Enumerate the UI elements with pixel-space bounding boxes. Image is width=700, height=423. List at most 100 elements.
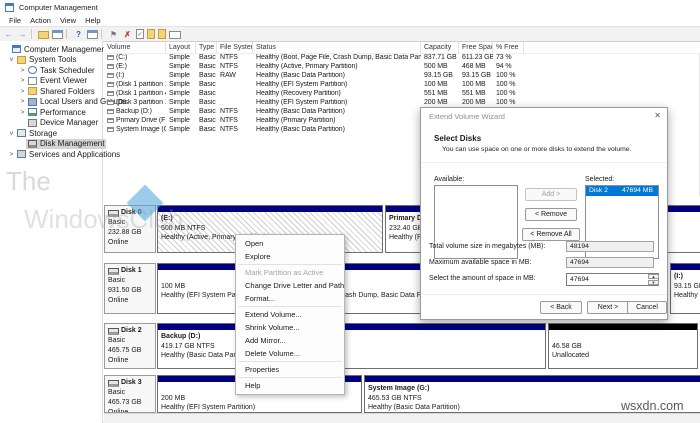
check-doc-icon[interactable]: ✓ bbox=[136, 29, 144, 39]
spin-down-icon[interactable]: ▼ bbox=[648, 280, 659, 285]
back-icon[interactable]: ← bbox=[3, 29, 14, 40]
properties-window-icon[interactable] bbox=[52, 30, 63, 39]
partition-system-image[interactable]: System Image (G:)465.53 GB NTFSHealthy (… bbox=[364, 375, 700, 413]
volume-row-disk1p4[interactable]: (Disk 1 partition 4)SimpleBasicHealthy (… bbox=[104, 89, 700, 98]
cell: 100 % bbox=[493, 99, 524, 106]
cell: 200 MB bbox=[421, 99, 459, 106]
remove-button[interactable]: < Remove bbox=[525, 208, 577, 221]
cancel-button[interactable]: Cancel bbox=[627, 301, 667, 314]
col-free-space[interactable]: Free Space bbox=[459, 42, 493, 53]
volume-row-c[interactable]: (C:)SimpleBasicNTFSHealthy (Boot, Page F… bbox=[104, 53, 700, 62]
expander[interactable]: v bbox=[8, 56, 15, 63]
cell: 100 % bbox=[493, 81, 524, 88]
max-space-label: Maximum available space in MB: bbox=[429, 259, 531, 266]
delete-volume-icon[interactable]: ✗ bbox=[122, 29, 133, 40]
clock-icon bbox=[28, 66, 37, 74]
wizard-description: You can use space on one or more disks t… bbox=[442, 146, 631, 153]
tree-item-services-and-applications[interactable]: >Services and Applications bbox=[8, 149, 122, 159]
col-capacity[interactable]: Capacity bbox=[421, 42, 459, 53]
disk2-info[interactable]: Disk 2 Basic 465.75 GB Online bbox=[104, 323, 156, 369]
menu-help[interactable]: Help bbox=[85, 16, 100, 25]
menu-item-extend-volume[interactable]: Extend Volume... bbox=[236, 308, 344, 321]
selected-label: Selected: bbox=[585, 176, 614, 183]
total-size-field: 48194 bbox=[566, 241, 654, 252]
screen-icon[interactable] bbox=[169, 31, 181, 39]
col-status[interactable]: Status bbox=[253, 42, 421, 53]
expander[interactable]: > bbox=[8, 151, 15, 158]
menu-item-format[interactable]: Format... bbox=[236, 292, 344, 305]
close-icon[interactable]: ✕ bbox=[654, 111, 661, 120]
cell: (Disk 3 partition 1) bbox=[116, 99, 166, 106]
toolbar-separator bbox=[101, 29, 102, 39]
show-tree-icon[interactable] bbox=[38, 31, 49, 39]
amount-spinbox[interactable]: 47694 bbox=[566, 273, 659, 286]
disk-icon bbox=[108, 380, 119, 387]
menu-item-add-mirror[interactable]: Add Mirror... bbox=[236, 334, 344, 347]
cell: 100 MB bbox=[421, 81, 459, 88]
tree-item-performance[interactable]: >Performance bbox=[19, 107, 88, 117]
find-doc-icon[interactable] bbox=[158, 29, 166, 39]
menu-item-change-drive-letter[interactable]: Change Drive Letter and Paths... bbox=[236, 279, 344, 292]
tree-item-task-scheduler[interactable]: >Task Scheduler bbox=[19, 65, 97, 75]
partition-unallocated[interactable]: 46.58 GBUnallocated bbox=[548, 323, 698, 369]
menu-item-shrink-volume[interactable]: Shrink Volume... bbox=[236, 321, 344, 334]
help-icon[interactable]: ? bbox=[73, 29, 84, 40]
col-volume[interactable]: Volume bbox=[104, 42, 166, 53]
cell: 551 MB bbox=[421, 90, 459, 97]
volume-row-disk1p1[interactable]: (Disk 1 partition 1)SimpleBasicHealthy (… bbox=[104, 80, 700, 89]
volume-row-e[interactable]: (E:)SimpleBasicNTFSHealthy (Active, Prim… bbox=[104, 62, 700, 71]
partition-i[interactable]: (I:)93.15 GBHealthy (Basic Data Partitio… bbox=[670, 263, 700, 314]
tree-item-storage[interactable]: vStorage bbox=[8, 128, 59, 138]
menu-item-delete-volume[interactable]: Delete Volume... bbox=[236, 347, 344, 360]
tree-item-shared-folders[interactable]: >Shared Folders bbox=[19, 86, 97, 96]
cell: 837.71 GB bbox=[421, 54, 459, 61]
volume-icon bbox=[107, 82, 114, 87]
expander[interactable]: v bbox=[8, 130, 15, 137]
expander[interactable]: > bbox=[19, 109, 26, 116]
menu-item-explore[interactable]: Explore bbox=[236, 250, 344, 263]
cell: Healthy (EFI System Partition) bbox=[253, 81, 421, 88]
menu-item-properties[interactable]: Properties bbox=[236, 363, 344, 376]
cell: NTFS bbox=[217, 126, 253, 133]
cell: 93.15 GB bbox=[459, 72, 493, 79]
back-button[interactable]: < Back bbox=[540, 301, 582, 314]
next-button[interactable]: Next > bbox=[587, 301, 629, 314]
disk1-info[interactable]: Disk 1 Basic 931.50 GB Online bbox=[104, 263, 156, 314]
tree-item-system-tools[interactable]: vSystem Tools bbox=[8, 55, 78, 65]
expander[interactable]: > bbox=[19, 98, 26, 105]
menu-item-open[interactable]: Open bbox=[236, 237, 344, 250]
menu-item-help[interactable]: Help bbox=[236, 379, 344, 392]
volume-row-disk3p1[interactable]: (Disk 3 partition 1)SimpleBasicHealthy (… bbox=[104, 98, 700, 107]
forward-icon[interactable]: → bbox=[17, 29, 28, 40]
col-file-system[interactable]: File System bbox=[217, 42, 253, 53]
wizard-heading: Select Disks bbox=[434, 134, 481, 143]
col-type[interactable]: Type bbox=[196, 42, 217, 53]
tree-item-device-manager[interactable]: Device Manager bbox=[19, 118, 100, 128]
shared-folder-icon bbox=[28, 87, 37, 95]
menu-view[interactable]: View bbox=[60, 16, 76, 25]
cell: (I:) bbox=[116, 72, 124, 79]
window-icon[interactable] bbox=[87, 30, 98, 39]
tree-item-event-viewer[interactable]: >Event Viewer bbox=[19, 76, 89, 86]
new-doc-icon[interactable] bbox=[147, 29, 155, 39]
menu-action[interactable]: Action bbox=[30, 16, 51, 25]
total-size-label: Total volume size in megabytes (MB): bbox=[429, 243, 545, 250]
spin-up-icon[interactable]: ▲ bbox=[648, 274, 659, 279]
flag-icon[interactable]: ⚑ bbox=[108, 29, 119, 40]
cell: NTFS bbox=[217, 63, 253, 70]
partition-backup[interactable]: Backup (D:)419.17 GB NTFSHealthy (Basic … bbox=[157, 323, 546, 369]
cell: RAW bbox=[217, 72, 253, 79]
remove-all-button[interactable]: < Remove All bbox=[522, 228, 580, 241]
expander[interactable]: > bbox=[19, 77, 26, 84]
menu-file[interactable]: File bbox=[9, 16, 21, 25]
cell: Backup (D:) bbox=[116, 108, 152, 115]
col-pct-free[interactable]: % Free bbox=[493, 42, 524, 53]
expander[interactable]: > bbox=[19, 88, 26, 95]
col-layout[interactable]: Layout bbox=[166, 42, 196, 53]
performance-icon bbox=[28, 108, 37, 116]
tree-item-disk-management[interactable]: Disk Management bbox=[19, 139, 106, 149]
volume-row-i[interactable]: (I:)SimpleBasicRAWHealthy (Basic Data Pa… bbox=[104, 71, 700, 80]
disk3-info[interactable]: Disk 3 Basic 465.73 GB Online bbox=[104, 375, 156, 413]
expander[interactable]: > bbox=[19, 67, 26, 74]
selected-disk-item[interactable]: Disk 2 47694 MB bbox=[586, 186, 658, 196]
